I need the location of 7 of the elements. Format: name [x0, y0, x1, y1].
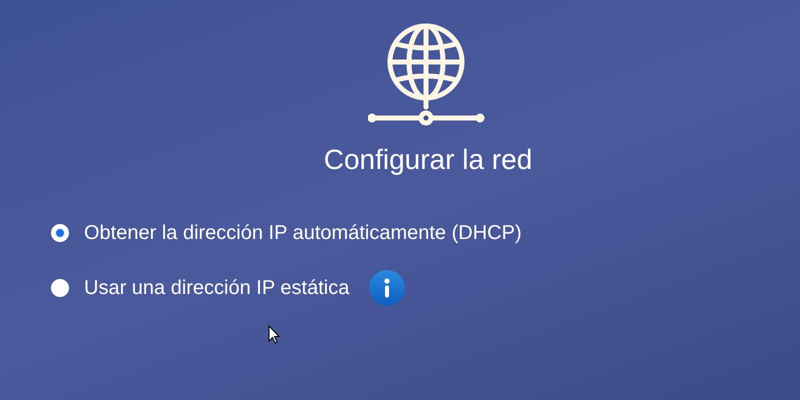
info-icon[interactable] — [369, 270, 406, 306]
radio-button[interactable] — [51, 224, 69, 242]
screen-title: Configurar la red — [324, 144, 532, 176]
mouse-pointer-icon — [268, 325, 280, 344]
radio-button[interactable] — [51, 279, 69, 297]
option-label[interactable]: Usar una dirección IP estática — [84, 276, 350, 300]
option-label[interactable]: Obtener la dirección IP automáticamente (DHCP) — [84, 222, 522, 244]
